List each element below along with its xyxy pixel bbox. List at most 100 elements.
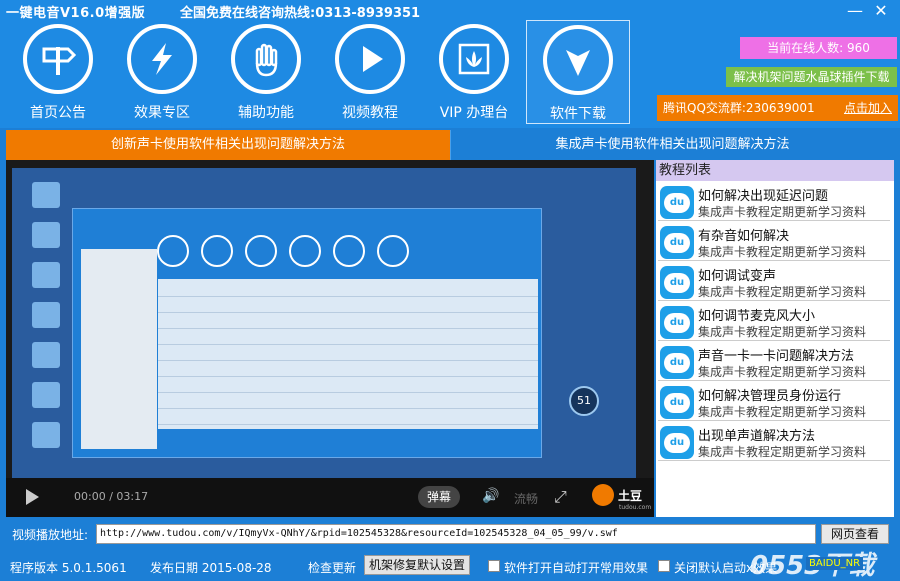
- qq-group-text: 腾讯QQ交流群:230639001: [663, 101, 815, 115]
- tutorial-item[interactable]: du 如何调试变声 集成声卡教程定期更新学习资料: [658, 263, 890, 301]
- embedded-row: [158, 363, 538, 377]
- url-label: 视频播放地址:: [12, 528, 89, 542]
- tudou-logo-icon: [592, 484, 614, 506]
- tutorial-title: 声音一卡一卡问题解决方法: [698, 349, 855, 364]
- nav-label: 辅助功能: [238, 105, 294, 121]
- nav-video-tutorial[interactable]: 视频教程: [318, 20, 422, 124]
- play-button[interactable]: [26, 489, 39, 505]
- nav-label: 首页公告: [30, 105, 86, 121]
- web-view-button[interactable]: 网页查看: [821, 524, 889, 544]
- embedded-row: [158, 299, 538, 313]
- nav-effects[interactable]: 效果专区: [110, 20, 214, 124]
- desktop-icon: [32, 182, 60, 208]
- video-frame[interactable]: 51: [12, 168, 636, 478]
- embedded-nav-icon: [201, 235, 233, 267]
- embedded-nav-icon: [157, 235, 189, 267]
- auto-open-checkbox[interactable]: [488, 560, 500, 572]
- header: 一键电音V16.0增强版 全国免费在线咨询热线:0313-8939351 — ✕…: [0, 0, 900, 128]
- fullscreen-icon[interactable]: ⤢: [554, 487, 567, 507]
- tab-integrated-soundcard[interactable]: 集成声卡使用软件相关出现问题解决方法: [450, 130, 894, 160]
- baidu-icon: du: [660, 266, 694, 299]
- embedded-list: [158, 279, 538, 429]
- tutorial-item[interactable]: du 有杂音如何解决 集成声卡教程定期更新学习资料: [658, 223, 890, 261]
- nav-label: 软件下载: [550, 106, 606, 122]
- check-update-link[interactable]: 检查更新: [308, 559, 356, 576]
- version-text: 程序版本 5.0.1.5061: [10, 561, 127, 575]
- player-controls: 00:00 / 03:17 弹幕 🔊 流畅 ⤢ 土豆 tudou.com: [6, 478, 654, 517]
- tudou-brand: 土豆: [618, 488, 643, 503]
- app-title: 一键电音V16.0增强版: [6, 6, 146, 21]
- nav-vip[interactable]: VIP 办理台: [422, 20, 526, 124]
- tutorial-item[interactable]: du 如何解决管理员身份运行 集成声卡教程定期更新学习资料: [658, 383, 890, 421]
- signpost-icon: [23, 24, 93, 94]
- nav-label: 效果专区: [134, 105, 190, 121]
- tutorial-item[interactable]: du 如何调节麦克风大小 集成声卡教程定期更新学习资料: [658, 303, 890, 341]
- hand-icon: [231, 24, 301, 94]
- baidu-icon: du: [660, 386, 694, 419]
- embedded-nav: [153, 217, 513, 279]
- embedded-row: [158, 283, 538, 297]
- embedded-nav-icon: [289, 235, 321, 267]
- video-url-input[interactable]: http://www.tudou.com/v/IQmyVx-QNhY/&rpid…: [96, 524, 816, 544]
- baidu-tag: BAIDU_NR: [806, 557, 864, 570]
- tutorial-list: 教程列表 du 如何解决出现延迟问题 集成声卡教程定期更新学习资料 du 有杂音…: [656, 160, 894, 517]
- lightning-icon: [127, 24, 197, 94]
- volume-icon[interactable]: 🔊: [482, 488, 499, 504]
- tutorial-title: 如何调节麦克风大小: [698, 309, 816, 324]
- nav-label: 视频教程: [342, 105, 398, 121]
- main-nav: 首页公告 效果专区 辅助功能 视频教程 VIP 办理台 软件下载: [6, 20, 630, 124]
- disable-boot-checkbox[interactable]: [658, 560, 670, 572]
- embedded-sidebar: [81, 249, 157, 449]
- nav-software-download[interactable]: 软件下载: [526, 20, 630, 124]
- baidu-icon: du: [660, 306, 694, 339]
- tab-bar: 创新声卡使用软件相关出现问题解决方法 集成声卡使用软件相关出现问题解决方法: [6, 130, 894, 160]
- tutorial-item[interactable]: du 如何解决出现延迟问题 集成声卡教程定期更新学习资料: [658, 183, 890, 221]
- tutorial-item[interactable]: du 出现单声道解决方法 集成声卡教程定期更新学习资料: [658, 423, 890, 461]
- rack-repair-button[interactable]: 机架修复默认设置: [364, 555, 470, 575]
- tutorial-title: 出现单声道解决方法: [698, 429, 816, 444]
- tutorial-list-header: 教程列表: [656, 160, 894, 181]
- hotline-text: 全国免费在线咨询热线:0313-8939351: [180, 6, 421, 21]
- embedded-row: [158, 315, 538, 329]
- tutorial-subtitle: 集成声卡教程定期更新学习资料: [698, 405, 867, 419]
- time-display: 00:00 / 03:17: [74, 490, 149, 503]
- desktop-icon: [32, 382, 60, 408]
- tutorial-subtitle: 集成声卡教程定期更新学习资料: [698, 205, 867, 219]
- embedded-screenshot: [72, 208, 542, 458]
- lotus-icon: [439, 24, 509, 94]
- plugin-download-link[interactable]: 解决机架问题水晶球插件下载: [726, 67, 897, 87]
- qq-join-link[interactable]: 点击加入: [844, 95, 892, 121]
- tudou-logo: 土豆: [592, 484, 642, 506]
- embedded-row: [158, 379, 538, 393]
- online-count: 当前在线人数: 960: [740, 37, 897, 59]
- tutorial-subtitle: 集成声卡教程定期更新学习资料: [698, 245, 867, 259]
- baidu-icon: du: [660, 426, 694, 459]
- embedded-nav-icon: [245, 235, 277, 267]
- tutorial-subtitle: 集成声卡教程定期更新学习资料: [698, 285, 867, 299]
- video-player: 51 00:00 / 03:17 弹幕 🔊 流畅 ⤢ 土豆 tudou.com: [6, 160, 654, 517]
- tutorial-title: 如何调试变声: [698, 269, 777, 284]
- baidu-icon: du: [660, 186, 694, 219]
- tutorial-item[interactable]: du 声音一卡一卡问题解决方法 集成声卡教程定期更新学习资料: [658, 343, 890, 381]
- tutorial-title: 有杂音如何解决: [698, 229, 790, 244]
- baidu-icon: du: [660, 226, 694, 259]
- minimize-button[interactable]: —: [844, 2, 866, 20]
- nav-label: VIP 办理台: [439, 105, 509, 121]
- tutorial-subtitle: 集成声卡教程定期更新学习资料: [698, 325, 867, 339]
- quality-button[interactable]: 流畅: [514, 490, 538, 507]
- embedded-nav-icon: [333, 235, 365, 267]
- close-button[interactable]: ✕: [870, 2, 892, 20]
- embedded-nav-icon: [377, 235, 409, 267]
- embedded-row: [158, 347, 538, 361]
- download-icon: [543, 25, 613, 95]
- danmu-button[interactable]: 弹幕: [418, 486, 460, 508]
- nav-assist[interactable]: 辅助功能: [214, 20, 318, 124]
- embedded-row: [158, 331, 538, 345]
- baidu-icon: du: [660, 346, 694, 379]
- tab-creative-soundcard[interactable]: 创新声卡使用软件相关出现问题解决方法: [6, 130, 450, 160]
- desktop-icon: [32, 342, 60, 368]
- tutorial-subtitle: 集成声卡教程定期更新学习资料: [698, 365, 867, 379]
- tutorial-title: 如何解决出现延迟问题: [698, 189, 829, 204]
- embedded-row: [158, 395, 538, 409]
- nav-home-notice[interactable]: 首页公告: [6, 20, 110, 124]
